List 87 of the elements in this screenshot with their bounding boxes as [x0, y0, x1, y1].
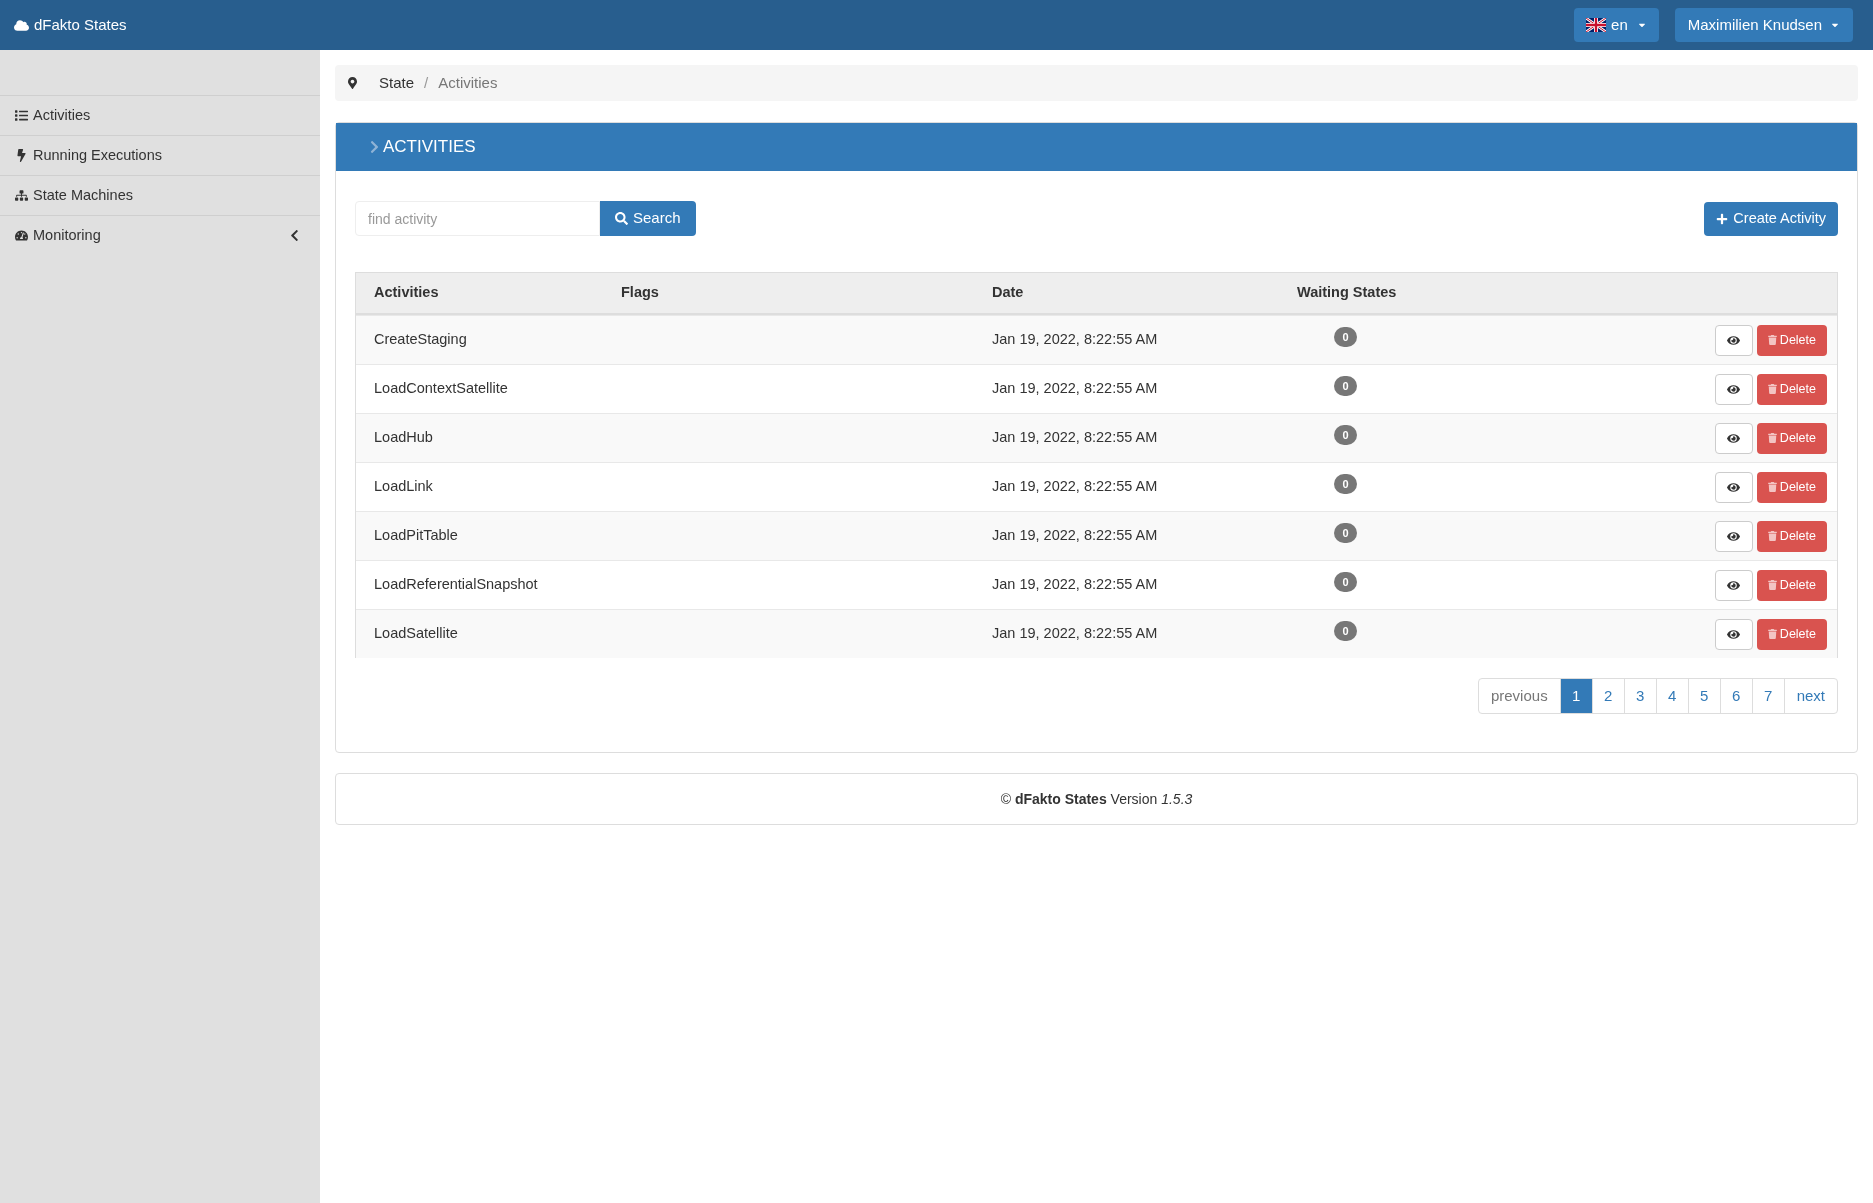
- table-cell-text: Jan 19, 2022, 8:22:55 AM: [992, 526, 1159, 546]
- count-badge: 0: [1334, 523, 1357, 543]
- user-dropdown[interactable]: Maximilien Knudsen: [1674, 8, 1853, 42]
- footer-text: © dFakto States Version 1.5.3: [1000, 789, 1193, 809]
- eye-icon: [1727, 333, 1741, 347]
- sitemap-icon: [15, 189, 28, 202]
- breadcrumb-link[interactable]: State: [379, 71, 415, 95]
- view-button[interactable]: [1714, 618, 1753, 650]
- search-field[interactable]: find activity: [355, 201, 600, 236]
- trash-icon: [1767, 384, 1777, 394]
- next-page-link[interactable]: next: [1783, 679, 1837, 713]
- language-dropdown[interactable]: en: [1574, 8, 1659, 42]
- count-badge: 0: [1334, 425, 1357, 445]
- page-link[interactable]: 4: [1655, 679, 1688, 713]
- map-marker-icon: [348, 77, 357, 89]
- eye-icon: [1727, 627, 1741, 641]
- search-button[interactable]: Search: [600, 201, 696, 236]
- flag-icon: [1586, 18, 1607, 32]
- count-badge: 0: [1334, 376, 1357, 396]
- trash-icon: [1767, 433, 1777, 443]
- list-icon: [15, 109, 28, 122]
- eye-icon: [1727, 480, 1741, 494]
- sidebar-item[interactable]: Running Executions: [0, 135, 320, 175]
- delete-button[interactable]: Delete: [1756, 520, 1827, 552]
- delete-button[interactable]: Delete: [1756, 422, 1827, 454]
- page-link[interactable]: 1: [1559, 679, 1592, 713]
- sidebar-item[interactable]: Activities: [0, 95, 320, 135]
- dashboard-gauge-icon: [15, 229, 28, 242]
- trash-icon: [1767, 629, 1777, 639]
- delete-button[interactable]: Delete: [1756, 471, 1827, 503]
- bolt-icon: [15, 149, 28, 162]
- delete-button[interactable]: Delete: [1756, 324, 1827, 356]
- table-cell-text: LoadContextSatellite: [374, 379, 509, 399]
- breadcrumb-separator: /: [424, 72, 429, 93]
- view-button[interactable]: [1714, 471, 1753, 503]
- table-cell-text: Jan 19, 2022, 8:22:55 AM: [992, 428, 1159, 448]
- table-cell-text: LoadLink: [374, 477, 434, 497]
- count-badge: 0: [1334, 474, 1357, 494]
- trash-icon: [1767, 580, 1777, 590]
- eye-icon: [1727, 578, 1741, 592]
- sidebar-item[interactable]: State Machines: [0, 175, 320, 215]
- view-button[interactable]: [1714, 373, 1753, 405]
- column-header: Date: [992, 283, 1025, 303]
- table-cell-text: Jan 19, 2022, 8:22:55 AM: [992, 624, 1159, 644]
- page-link[interactable]: 3: [1623, 679, 1656, 713]
- count-badge: 0: [1334, 621, 1357, 641]
- table-cell-text: LoadPitTable: [374, 526, 459, 546]
- sidebar-item[interactable]: Monitoring: [0, 215, 320, 255]
- eye-icon: [1727, 382, 1741, 396]
- table-cell-text: LoadSatellite: [374, 624, 459, 644]
- count-badge: 0: [1334, 327, 1357, 347]
- table-cell-text: Jan 19, 2022, 8:22:55 AM: [992, 379, 1159, 399]
- table-cell-text: Jan 19, 2022, 8:22:55 AM: [992, 330, 1159, 350]
- breadcrumb-link[interactable]: Activities: [438, 71, 498, 95]
- plus-icon: [1716, 212, 1729, 225]
- cloud-icon: [14, 17, 29, 33]
- chevron-left-icon: [289, 229, 300, 242]
- page-link[interactable]: 6: [1719, 679, 1752, 713]
- search-icon: [615, 212, 628, 225]
- table-cell-text: LoadHub: [374, 428, 434, 448]
- trash-icon: [1767, 335, 1777, 345]
- brand-link[interactable]: dFakto States: [14, 13, 127, 37]
- trash-icon: [1767, 531, 1777, 541]
- eye-icon: [1727, 431, 1741, 445]
- count-badge: 0: [1334, 572, 1357, 592]
- view-button[interactable]: [1714, 520, 1753, 552]
- view-button[interactable]: [1714, 422, 1753, 454]
- eye-icon: [1727, 529, 1741, 543]
- column-header: Activities: [374, 283, 440, 303]
- chevron-right-icon: [370, 140, 379, 154]
- table-cell-text: Jan 19, 2022, 8:22:55 AM: [992, 575, 1159, 595]
- view-button[interactable]: [1714, 324, 1753, 356]
- table-cell-text: LoadReferentialSnapshot: [374, 575, 539, 595]
- create-activity-button[interactable]: Create Activity: [1704, 201, 1838, 236]
- column-header: Waiting States: [1297, 283, 1398, 303]
- view-button[interactable]: [1714, 569, 1753, 601]
- page-link[interactable]: 2: [1591, 679, 1624, 713]
- trash-icon: [1767, 482, 1777, 492]
- page-link[interactable]: 5: [1687, 679, 1720, 713]
- delete-button[interactable]: Delete: [1756, 373, 1827, 405]
- page-link[interactable]: 7: [1751, 679, 1784, 713]
- column-header: Flags: [621, 283, 660, 303]
- table-cell-text: Jan 19, 2022, 8:22:55 AM: [992, 477, 1159, 497]
- panel-title: ACTIVITIES: [383, 136, 476, 159]
- table-cell-text: CreateStaging: [374, 330, 468, 350]
- delete-button[interactable]: Delete: [1756, 618, 1827, 650]
- delete-button[interactable]: Delete: [1756, 569, 1827, 601]
